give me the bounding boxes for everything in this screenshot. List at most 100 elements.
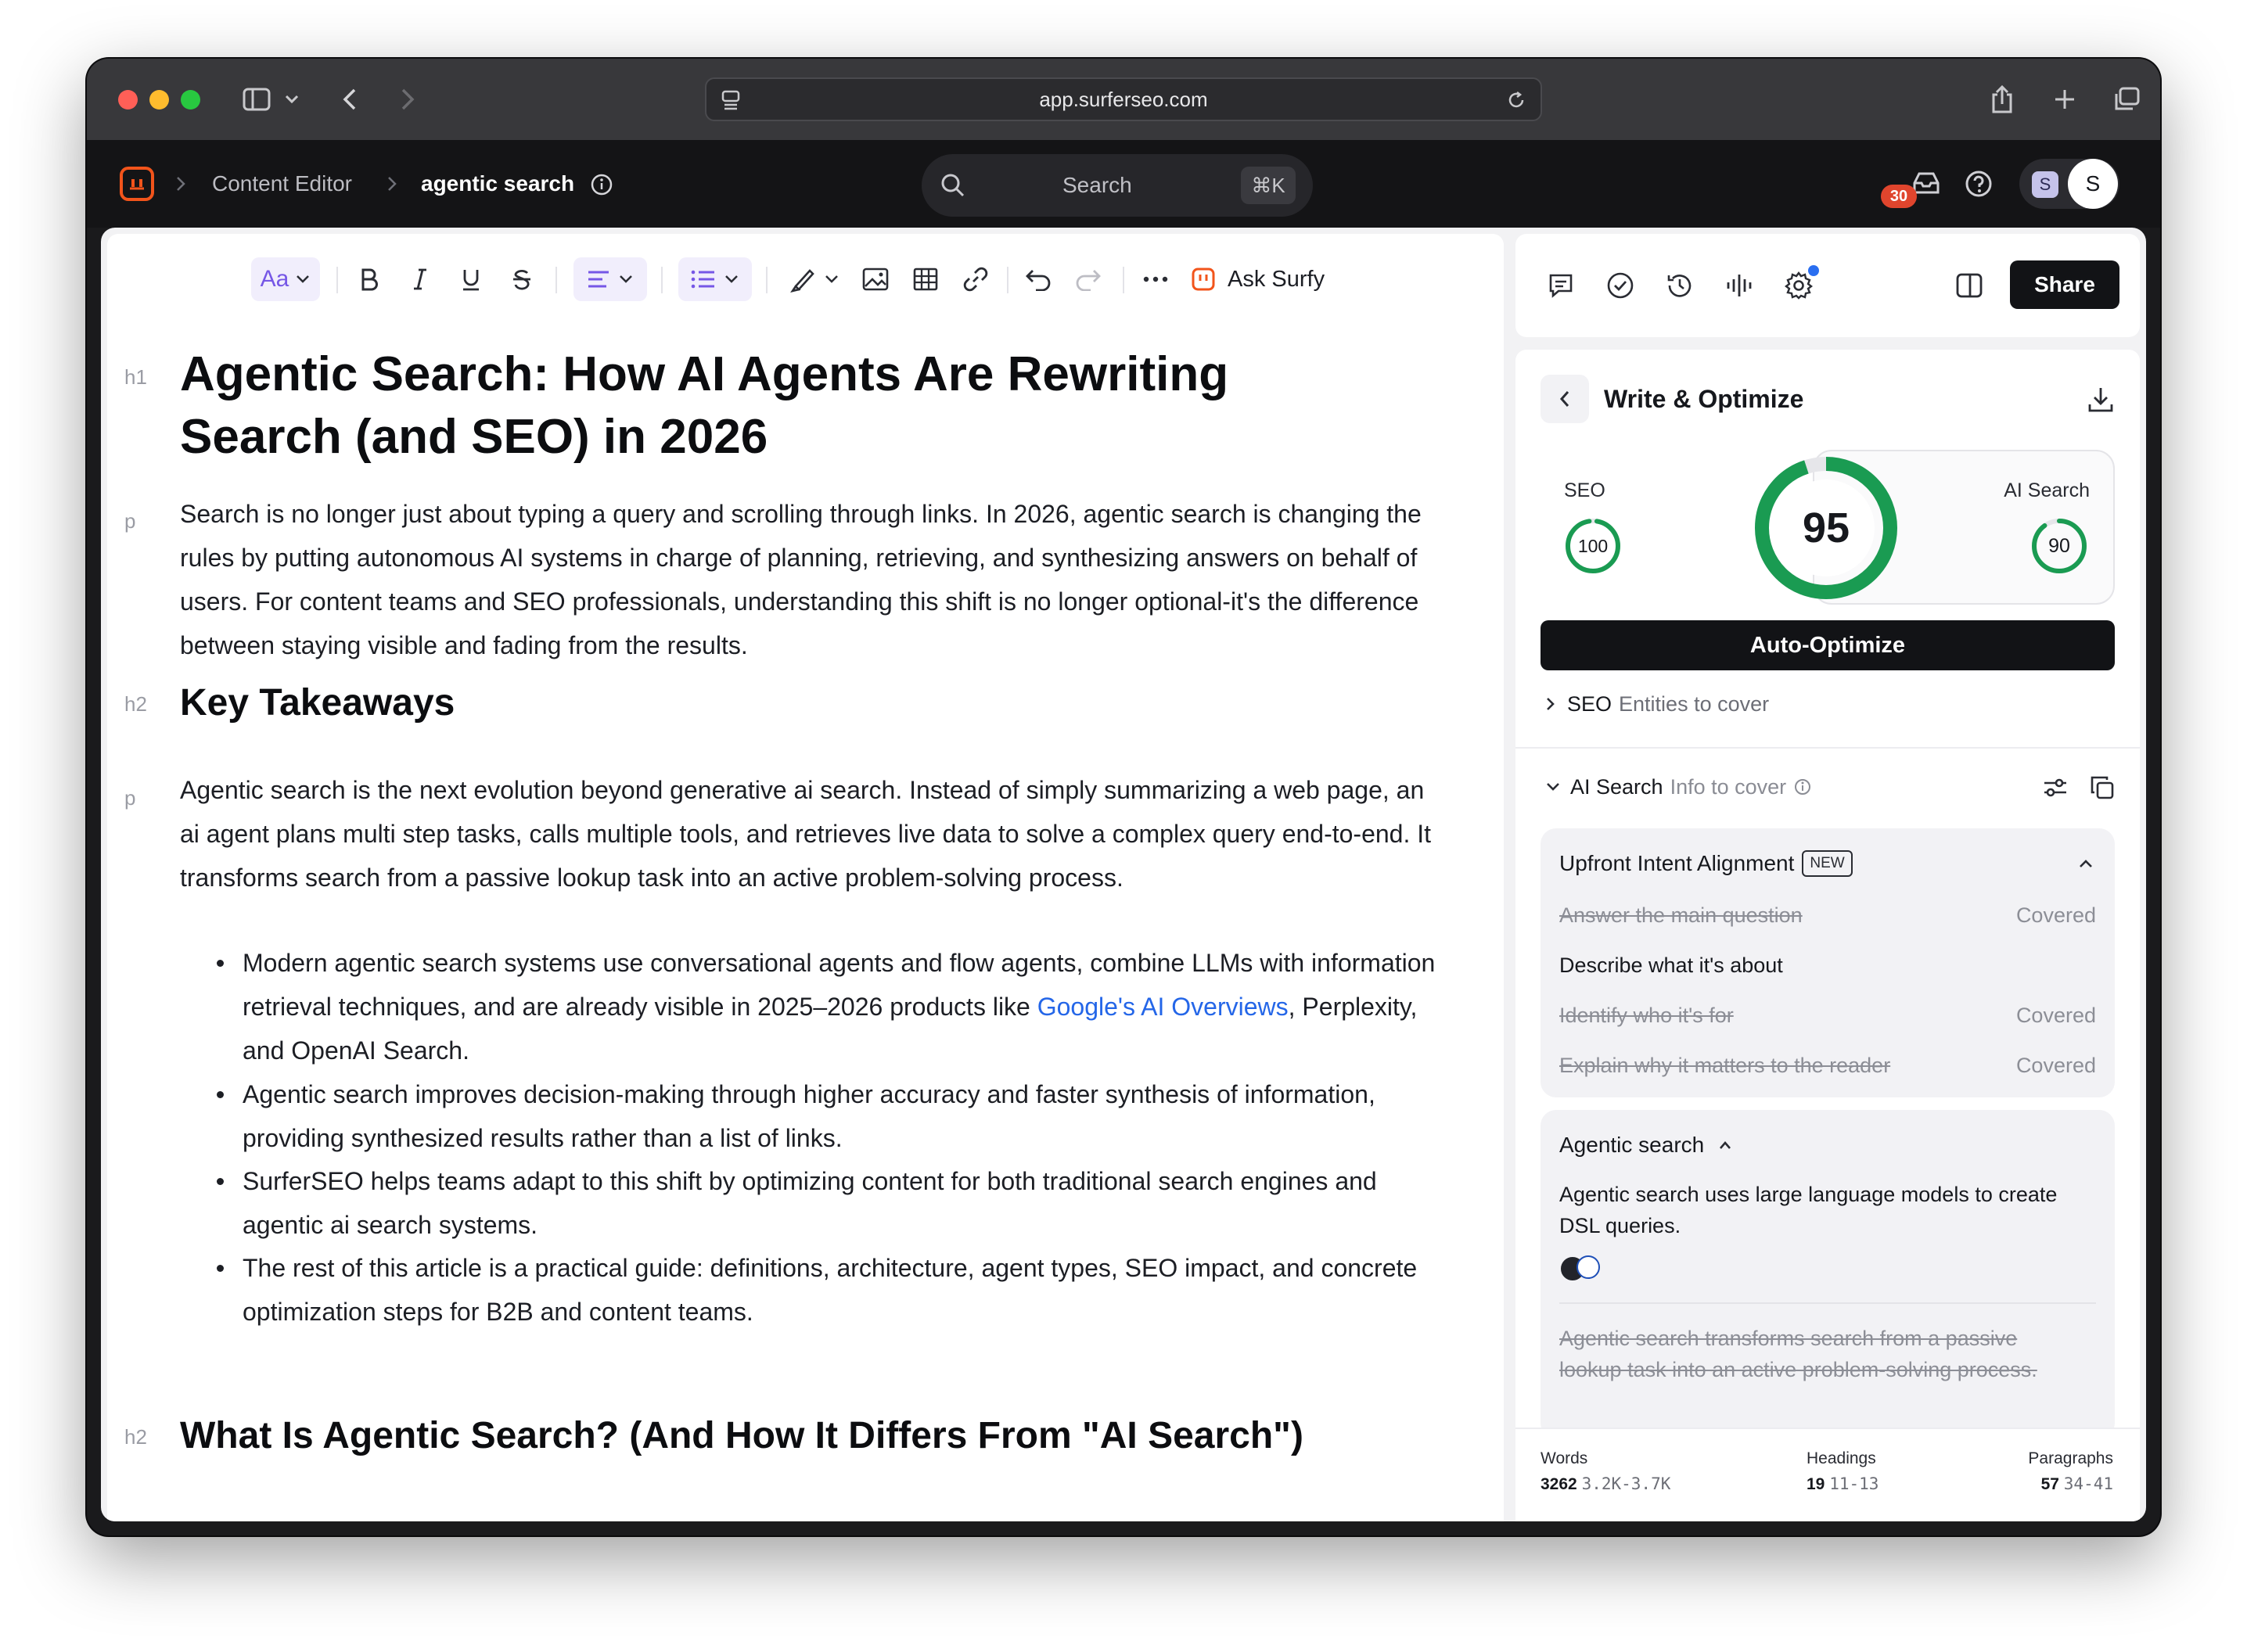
bullet-text: SurferSEO helps teams adapt to this shif… <box>243 1167 1377 1239</box>
bullet-text: The rest of this article is a practical … <box>243 1254 1418 1326</box>
back-arrow-icon[interactable] <box>336 84 364 115</box>
article-title[interactable]: Agentic Search: How AI Agents Are Rewrit… <box>180 343 1354 469</box>
audio-waveform-icon[interactable] <box>1722 268 1756 303</box>
redo-icon <box>1076 270 1101 291</box>
highlight-dropdown[interactable] <box>782 257 847 301</box>
editor-toolbar: Aa Ask Surfy <box>107 234 1504 320</box>
seo-entities-toggle[interactable]: SEO Entities to cover <box>1545 684 1769 724</box>
ask-surfy-button[interactable]: Ask Surfy <box>1192 257 1348 301</box>
seo-score-gauge[interactable]: 100 <box>1564 517 1622 575</box>
optimization-sidebar: Share Write & Optimize SEO 100 95 AI Sea… <box>1515 234 2140 1521</box>
back-button[interactable] <box>1541 375 1589 423</box>
block-type-h1: h1 <box>124 365 147 389</box>
redo-button[interactable] <box>1071 257 1106 301</box>
address-bar[interactable]: app.surferseo.com <box>705 77 1542 121</box>
info-icon[interactable] <box>589 172 614 197</box>
intro-paragraph[interactable]: Search is no longer just about typing a … <box>180 492 1440 667</box>
intent-item-status: Covered <box>2015 1004 2096 1027</box>
close-window-button[interactable] <box>118 90 138 110</box>
write-optimize-panel: Write & Optimize SEO 100 95 AI Search 90… <box>1515 350 2140 1521</box>
bold-button[interactable] <box>354 257 385 301</box>
notification-badge: 30 <box>1881 185 1917 208</box>
block-type-p: p <box>124 786 136 810</box>
heading-key-takeaways[interactable]: Key Takeaways <box>180 678 455 728</box>
download-icon[interactable] <box>2083 382 2118 417</box>
help-icon[interactable] <box>1963 168 1994 199</box>
search-icon <box>939 171 967 199</box>
document-stats-footer: Words 3262 3.2K-3.7K Headings 19 11-13 P… <box>1515 1428 2140 1521</box>
undo-button[interactable] <box>1021 257 1055 301</box>
more-options-button[interactable] <box>1138 257 1173 301</box>
intent-item: Answer the main question Covered <box>1559 903 2096 928</box>
takeaways-paragraph[interactable]: Agentic search is the next evolution bey… <box>180 768 1440 900</box>
panel-toggle-icon[interactable] <box>1954 270 1985 301</box>
info-icon[interactable] <box>1794 778 1811 795</box>
breadcrumb-content-editor[interactable]: Content Editor <box>212 140 352 228</box>
align-dropdown[interactable] <box>573 257 647 301</box>
chevron-up-icon[interactable] <box>2073 850 2099 877</box>
source-favicon-icon <box>1576 1255 1600 1279</box>
bullet-dot <box>217 1265 224 1272</box>
list-item[interactable]: The rest of this article is a practical … <box>217 1246 1447 1334</box>
content-score-gauge[interactable]: 95 <box>1753 454 1900 602</box>
list-item[interactable]: Agentic search improves decision-making … <box>217 1072 1447 1160</box>
tab-overview-icon[interactable] <box>2109 84 2144 115</box>
surfer-logo-icon[interactable] <box>120 167 154 201</box>
zoom-window-button[interactable] <box>181 90 200 110</box>
bullet-dot <box>217 1091 224 1098</box>
user-avatar[interactable]: S <box>2068 159 2118 209</box>
workspace-switcher[interactable]: S S <box>2019 159 2119 209</box>
strikethrough-button[interactable] <box>506 257 537 301</box>
intent-alignment-header[interactable]: Upfront Intent Alignment NEW <box>1559 844 1853 883</box>
ai-search-score-value: 90 <box>2048 535 2070 557</box>
content-editor[interactable]: Aa Ask Surfy h1 Agentic Search: How AI A… <box>107 234 1504 1521</box>
search-placeholder: Search <box>1062 173 1132 197</box>
undo-icon <box>1026 270 1051 291</box>
ai-search-score-gauge[interactable]: 90 <box>2030 517 2088 575</box>
words-range: 3.2K-3.7K <box>1581 1474 1671 1493</box>
comments-icon[interactable] <box>1544 268 1578 303</box>
new-badge: NEW <box>1802 850 1853 877</box>
intent-item-status: Covered <box>2015 903 2096 927</box>
sidebar-toggle-icon[interactable] <box>239 84 274 115</box>
insert-table-button[interactable] <box>908 257 943 301</box>
bulleted-list-icon <box>691 270 714 289</box>
sidebar-toolbar: Share <box>1515 234 2140 337</box>
list-item[interactable]: Modern agentic search systems use conver… <box>217 941 1447 1072</box>
google-ai-overviews-link[interactable]: Google's AI Overviews <box>1037 993 1289 1021</box>
check-circle-icon[interactable] <box>1603 268 1638 303</box>
list-item[interactable]: SurferSEO helps teams adapt to this shif… <box>217 1159 1447 1247</box>
agentic-search-header[interactable]: Agentic search <box>1559 1126 1732 1165</box>
share-button[interactable]: Share <box>2010 260 2119 309</box>
breadcrumb-current: agentic search <box>421 171 575 196</box>
font-style-dropdown[interactable]: Aa <box>251 257 320 301</box>
toolbar-divider <box>555 267 557 293</box>
global-search[interactable]: Search ⌘K <box>922 154 1313 217</box>
filter-sliders-icon[interactable] <box>2041 774 2069 802</box>
copy-icon[interactable] <box>2088 774 2116 802</box>
insert-link-button[interactable] <box>958 257 993 301</box>
heading-what-is-agentic-search[interactable]: What Is Agentic Search? (And How It Diff… <box>180 1411 1303 1461</box>
paragraphs-stat: 57 34-41 <box>2041 1474 2113 1494</box>
workspace-avatar: S <box>2032 171 2058 198</box>
align-left-icon <box>588 271 609 288</box>
chevron-down-icon[interactable] <box>282 90 301 109</box>
new-tab-icon[interactable] <box>2049 84 2080 115</box>
share-page-icon[interactable] <box>1985 81 2019 118</box>
forward-arrow-icon[interactable] <box>394 84 422 115</box>
reload-icon[interactable] <box>1503 87 1530 113</box>
underline-button[interactable] <box>455 257 487 301</box>
history-icon[interactable] <box>1663 268 1697 303</box>
auto-optimize-button[interactable]: Auto-Optimize <box>1541 620 2115 670</box>
minimize-window-button[interactable] <box>149 90 169 110</box>
insert-image-button[interactable] <box>858 257 893 301</box>
words-value: 3262 <box>1541 1475 1577 1493</box>
app-content: Aa Ask Surfy h1 Agentic Search: How AI A… <box>101 228 2146 1521</box>
list-dropdown[interactable] <box>678 257 752 301</box>
seo-score-value: 100 <box>1577 536 1609 556</box>
seo-entities-label: SEO <box>1567 691 1612 716</box>
headings-value: 19 <box>1807 1475 1825 1493</box>
italic-button[interactable] <box>404 257 436 301</box>
ai-search-info-toggle[interactable]: AI Search Info to cover <box>1545 767 1811 806</box>
source-favicons[interactable] <box>1559 1254 1603 1282</box>
